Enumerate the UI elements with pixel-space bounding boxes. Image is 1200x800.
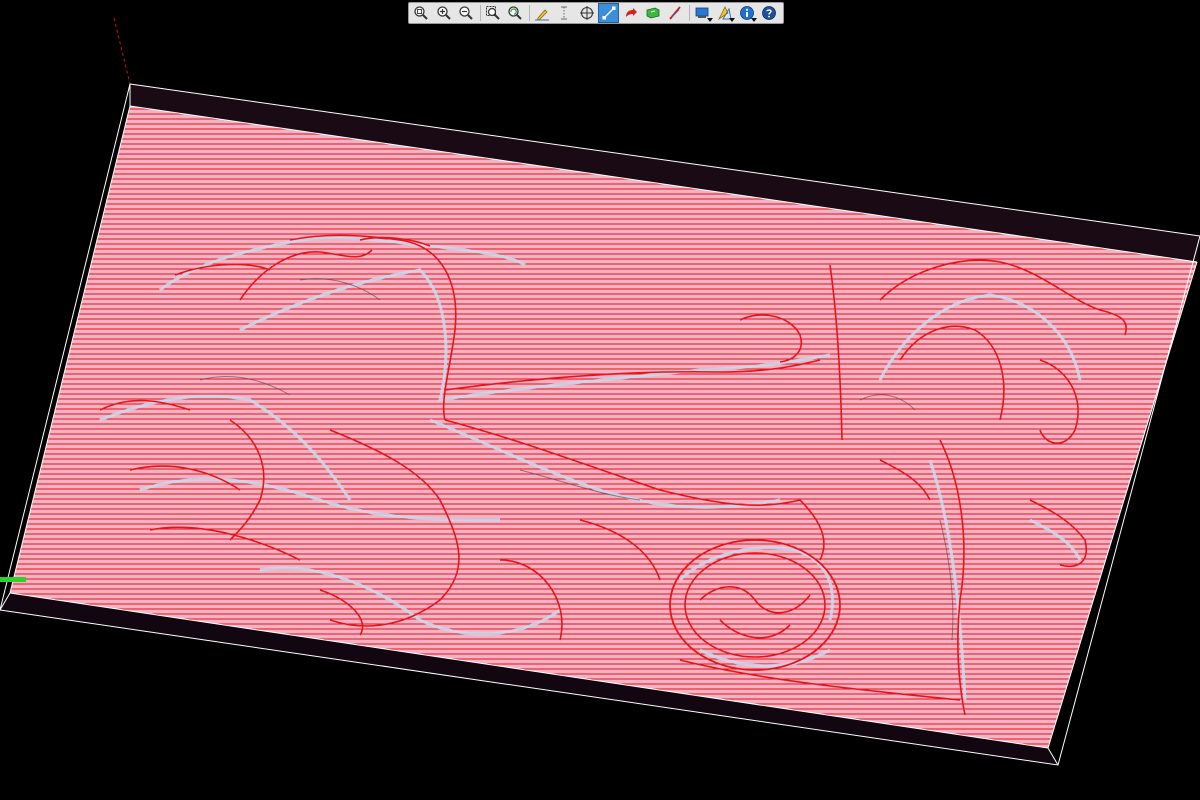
help-icon xyxy=(762,6,777,20)
zoom-window-icon xyxy=(485,6,500,20)
measure-button[interactable] xyxy=(554,3,575,23)
measure-icon xyxy=(561,6,568,20)
toolbar-separator xyxy=(689,5,691,21)
zoom-previous-button[interactable] xyxy=(505,3,526,23)
toolbar-separator xyxy=(528,5,530,21)
toolpath-view-icon xyxy=(602,6,616,20)
simulation-button[interactable] xyxy=(621,3,642,23)
zoom-in-icon xyxy=(436,6,451,20)
target-icon xyxy=(579,6,594,20)
toolbar-separator xyxy=(479,5,481,21)
stock-top-surface xyxy=(10,106,1197,748)
zoom-previous-icon xyxy=(508,6,522,20)
target-button[interactable] xyxy=(576,3,597,23)
3d-viewport[interactable] xyxy=(0,0,1200,796)
sketch-button[interactable] xyxy=(532,3,553,23)
zoom-extents-button[interactable] xyxy=(411,3,432,23)
pencil-icon xyxy=(535,9,550,21)
chevron-down-icon xyxy=(729,18,736,22)
zoom-out-button[interactable] xyxy=(455,3,476,23)
shading-button[interactable] xyxy=(714,3,736,23)
zoom-window-button[interactable] xyxy=(483,3,504,23)
display-mode-button[interactable] xyxy=(692,3,713,23)
chevron-down-icon xyxy=(706,18,713,22)
view-toolbar xyxy=(408,2,784,24)
tool-button[interactable] xyxy=(665,3,686,23)
material-icon xyxy=(646,7,660,19)
progress-indicator xyxy=(0,577,26,582)
zoom-out-icon xyxy=(459,6,473,20)
toolpath-view-button[interactable] xyxy=(598,3,620,23)
tool-icon xyxy=(669,6,682,20)
zoom-extents-icon xyxy=(414,6,429,20)
axis-line xyxy=(113,17,131,85)
help-button[interactable] xyxy=(759,3,780,23)
zoom-in-button[interactable] xyxy=(433,3,454,23)
chevron-down-icon xyxy=(751,18,758,22)
toolpath-scene xyxy=(0,17,1200,766)
simulation-icon xyxy=(626,8,638,17)
material-button[interactable] xyxy=(643,3,664,23)
info-button[interactable] xyxy=(737,3,758,23)
